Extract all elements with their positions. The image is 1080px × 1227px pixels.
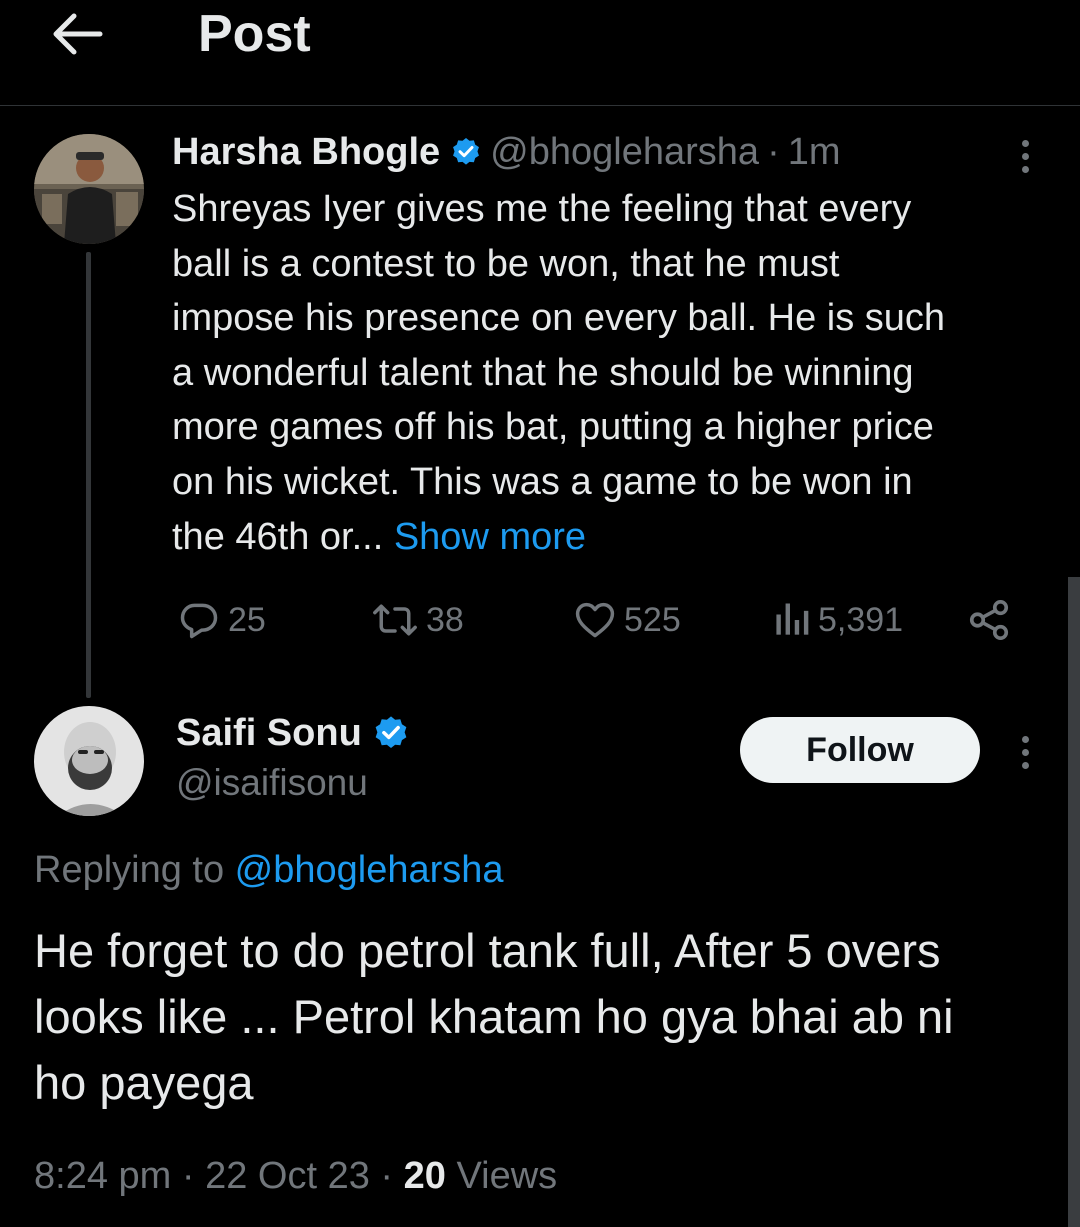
author-avatar[interactable]: [34, 134, 144, 244]
meta-separator: ·: [369, 1155, 404, 1197]
avatar-photo-icon: [34, 706, 144, 816]
like-count: 525: [624, 600, 681, 639]
show-more-link[interactable]: Show more: [394, 516, 586, 558]
back-button[interactable]: [50, 6, 106, 62]
original-post-text: Shreyas Iyer gives me the feeling that e…: [172, 182, 1032, 564]
replying-to-line: Replying to @bhogleharsha: [34, 845, 504, 895]
separator-dot: ·: [767, 131, 780, 173]
post-time[interactable]: 1m: [788, 128, 841, 176]
meta-separator: ·: [171, 1155, 206, 1197]
post-text-line: on his wicket. This was a game to be won…: [172, 460, 913, 503]
avatar-photo-icon: [34, 134, 144, 244]
reply-text-line: ho payega: [34, 1056, 254, 1109]
repost-count: 38: [426, 600, 464, 639]
reply-icon: [180, 603, 218, 639]
thread-connector-line: [86, 252, 91, 698]
post-text-tail: the 46th or...: [172, 515, 394, 558]
reply-count: 25: [228, 600, 266, 639]
share-icon: [969, 599, 1009, 641]
author-name[interactable]: Harsha Bhogle: [172, 128, 440, 176]
post-text-line: more games off his bat, putting a higher…: [172, 406, 934, 449]
reply-author-name[interactable]: Saifi Sonu: [176, 710, 362, 756]
author-handle[interactable]: @bhogleharsha: [490, 128, 759, 176]
scrollbar[interactable]: [1068, 577, 1080, 1227]
post-text-line-last: the 46th or... Show more: [172, 510, 1032, 565]
views-count: 5,391: [818, 600, 904, 639]
reply-author-avatar[interactable]: [34, 706, 144, 816]
reply-views-label: Views: [445, 1155, 558, 1197]
post-text-line: Shreyas Iyer gives me the feeling that e…: [172, 188, 912, 230]
views-button[interactable]: 5,391: [772, 590, 903, 650]
replying-prefix: Replying to: [34, 849, 235, 891]
like-icon: [575, 602, 615, 638]
post-page: Post Harsha Bhogle @bhogleharsha · 1m Sh…: [0, 0, 1080, 1227]
repost-button[interactable]: 38: [370, 590, 464, 650]
page-title: Post: [198, 5, 311, 63]
reply-text-line: He forget to do petrol tank full, After …: [34, 924, 941, 977]
more-options-icon[interactable]: [1010, 136, 1040, 176]
reply-date[interactable]: 22 Oct 23: [205, 1155, 370, 1197]
views-icon: [776, 603, 809, 635]
reply-text-line: looks like ... Petrol khatam ho gya bhai…: [34, 990, 954, 1043]
reply-author-name-row: Saifi Sonu: [176, 710, 418, 756]
post-text-line: ball is a contest to be won, that he mus…: [172, 242, 840, 285]
verified-badge-icon: [450, 136, 482, 168]
original-post-header: Harsha Bhogle @bhogleharsha · 1m: [172, 128, 841, 176]
reply-text: He forget to do petrol tank full, After …: [34, 918, 1054, 1116]
reply-button[interactable]: 25: [176, 590, 266, 650]
follow-button[interactable]: Follow: [740, 717, 980, 783]
reply-meta: 8:24 pm · 22 Oct 23 · 20 Views: [34, 1152, 557, 1200]
repost-icon: [373, 604, 417, 636]
top-bar: Post: [0, 0, 1080, 106]
reply-time[interactable]: 8:24 pm: [34, 1155, 171, 1197]
replying-to-mention[interactable]: @bhogleharsha: [235, 849, 504, 891]
back-arrow-icon: [53, 13, 103, 55]
post-text-line: a wonderful talent that he should be win…: [172, 351, 914, 394]
post-text-line: impose his presence on every ball. He is…: [172, 297, 946, 340]
like-button[interactable]: 525: [572, 590, 681, 650]
more-options-icon[interactable]: [1010, 732, 1040, 772]
post-actions-bar: 25 38 525 5,391: [172, 590, 1022, 650]
verified-badge-icon: [372, 714, 410, 752]
share-button[interactable]: [966, 590, 1012, 650]
reply-author-handle[interactable]: @isaifisonu: [176, 760, 368, 806]
reply-views-count[interactable]: 20: [404, 1155, 446, 1197]
